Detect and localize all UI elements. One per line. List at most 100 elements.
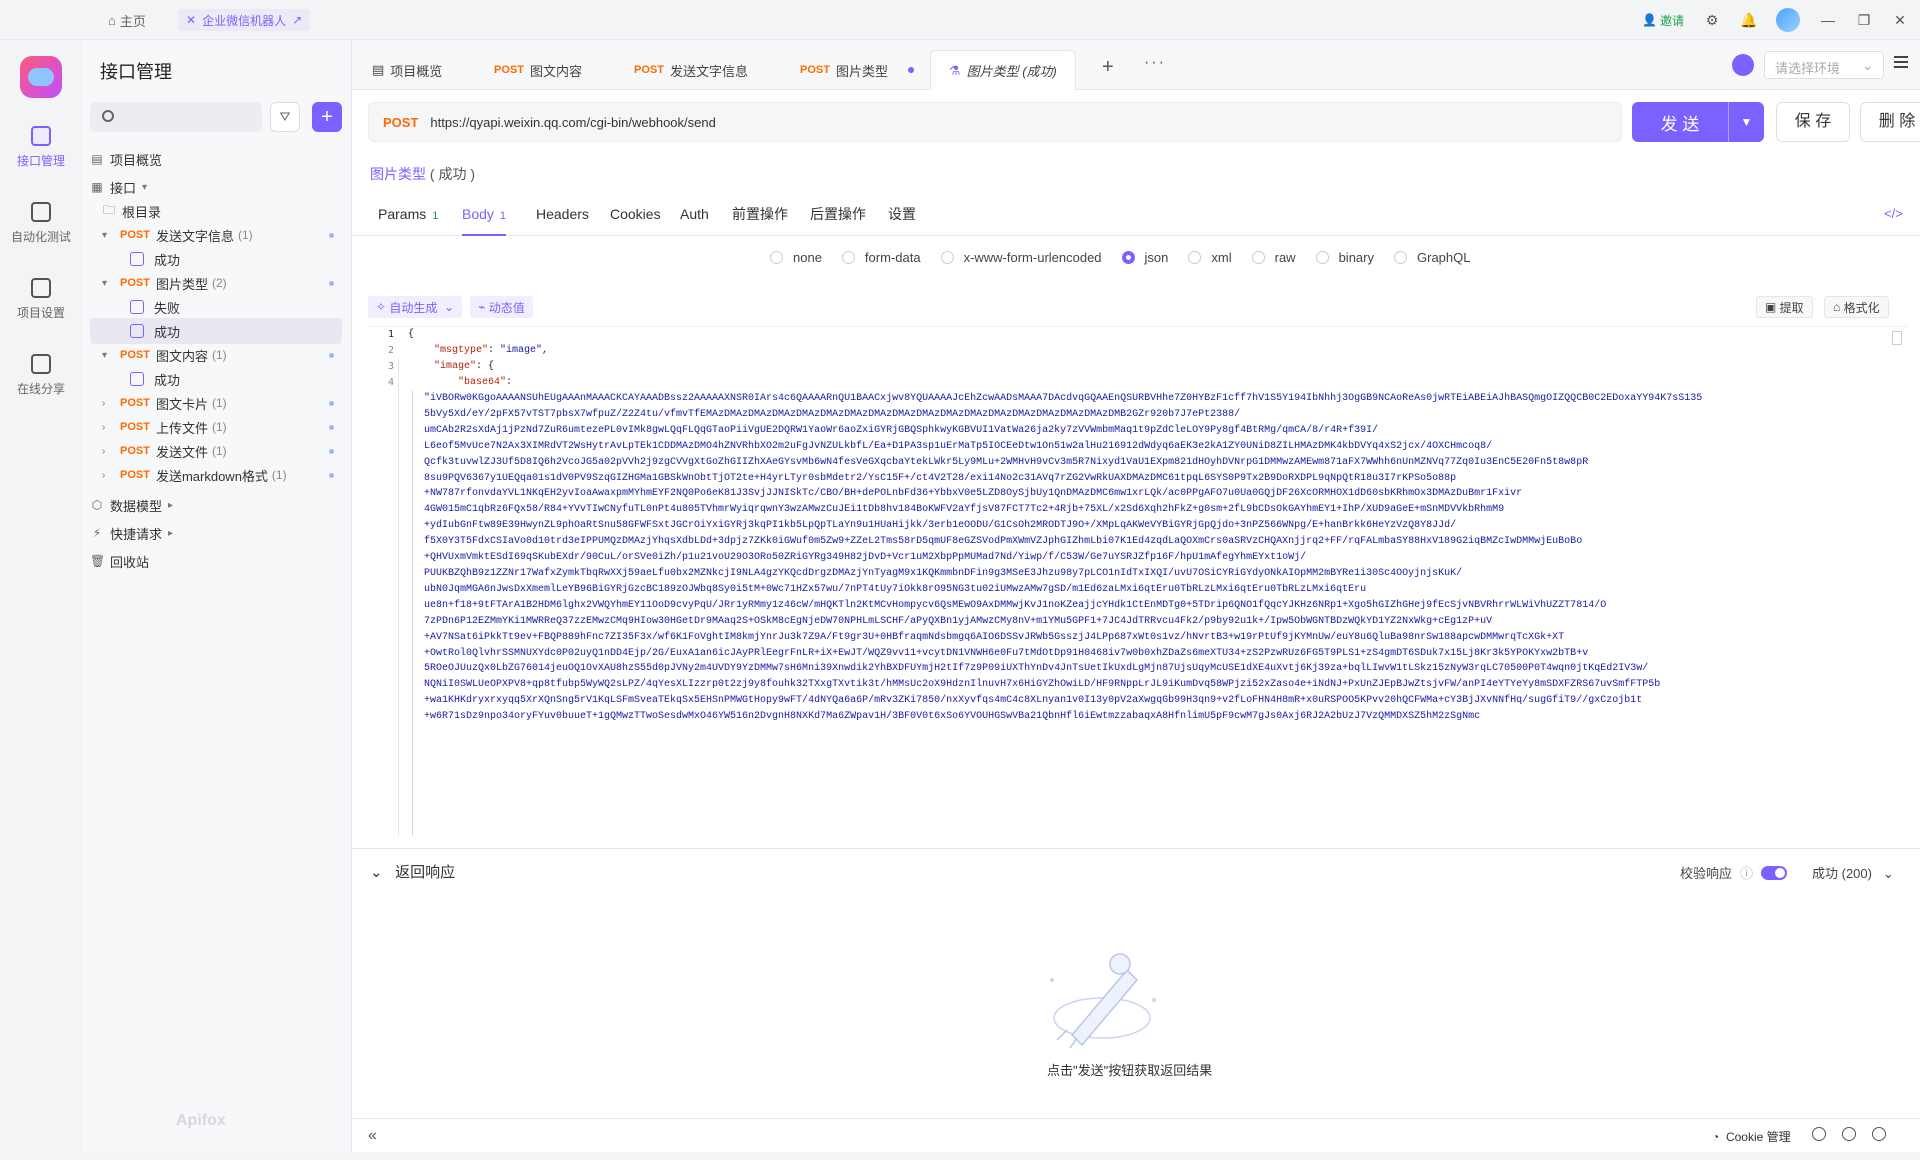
save-button[interactable]: 保 存 [1776,102,1850,142]
tab-case-active[interactable]: ⚗ 图片类型 (成功) [930,50,1076,90]
base64-line: 5ROeOJUuzQx0LbZG76014jeuOQ1OvXAU8hzS55d0… [424,663,1649,675]
tab-auth[interactable]: Auth [680,192,709,236]
tree-endpoint[interactable]: ▾ POST 发送文字信息 (1) [90,222,342,248]
tab-overview[interactable]: ▤ 项目概览 [354,50,460,90]
close-icon[interactable]: ✕ [186,13,196,27]
tree-label: 数据模型 [110,498,163,514]
rail-label: 在线分享 [16,382,65,396]
radio-raw[interactable]: raw [1251,250,1296,265]
tree-overview[interactable]: ▤ 项目概览 [90,146,342,172]
line-number: 3 [387,361,394,372]
tree-case[interactable]: 成功 [90,246,342,272]
upload-icon[interactable] [1812,1127,1826,1141]
empty-hint: 点击"发送"按钮获取返回结果 [1047,1063,1213,1078]
delete-button[interactable]: 删 除 [1860,102,1920,142]
tree-case[interactable]: 失败 [90,294,342,320]
tree-quick-request[interactable]: ⚡ 快捷请求 ▸ [90,520,342,546]
radio-urlencoded[interactable]: x-www-form-urlencoded [940,250,1102,265]
home-tab[interactable]: ⌂ 主页 [108,11,146,30]
tree-endpoint[interactable]: › POST 发送文件 (1) [90,438,342,464]
external-link-icon[interactable]: ↗ [292,13,302,27]
bell-icon[interactable]: 🔔 [1740,12,1757,28]
method-select[interactable]: POST [383,115,418,130]
tree-endpoint[interactable]: ▾ POST 图片类型 (2) [90,270,342,296]
auto-generate-button[interactable]: ✧ 自动生成 ⌄ [368,296,463,318]
response-status-select[interactable]: 成功 (200) ⌄ [1812,863,1894,882]
rail-item-automation[interactable]: 自动化测试 [0,202,82,245]
auto-generate-label: 自动生成 [389,300,438,315]
format-button[interactable]: ⌂ 格式化 [1824,296,1889,318]
base64-line: L6eof5MvUce7N2Ax3XIMRdVT2WsHytrAvLpTEk1C… [424,440,1493,452]
scrollbar[interactable] [1892,331,1902,345]
close-window-icon[interactable]: ✕ [1892,12,1908,28]
radio-none[interactable]: none [770,250,822,265]
filter-button[interactable]: ⛛ [270,102,300,132]
tab-endpoint[interactable]: POST 发送文字信息 [616,50,766,90]
tab-endpoint[interactable]: POST 图片类型 [782,50,932,90]
tree-root[interactable]: 🗀 根目录 [90,198,342,224]
json-editor[interactable]: 1 2 3 4 { "msgtype": "image", "image": {… [368,326,1908,836]
help-icon[interactable]: ⓘ [1740,863,1753,882]
radio-circle [1315,251,1329,264]
tree-api-group[interactable]: ▦ 接口 ▾ [90,174,342,200]
cookie-manager-button[interactable]: ◔ Cookie 管理 [1712,1128,1791,1145]
url-input[interactable]: https://qyapi.weixin.qq.com/cgi-bin/webh… [430,115,715,130]
case-count: (1) [211,420,227,434]
rail-item-settings[interactable]: 项目设置 [0,278,82,321]
tab-label: 图片类型 [835,63,888,79]
tree-data-model[interactable]: ⬡ 数据模型 ▸ [90,492,342,518]
send-button[interactable]: 发 送 ▼ [1632,102,1764,142]
help-icon[interactable] [1872,1127,1886,1141]
radio-form-data[interactable]: form-data [841,250,921,265]
response-toggle[interactable]: ⌄ 返回响应 [370,861,455,882]
code-icon[interactable]: </> [1884,206,1903,221]
radio-binary[interactable]: binary [1315,250,1374,265]
search-input[interactable] [90,102,262,132]
tree-case[interactable]: 成功 [90,366,342,392]
shirt-icon[interactable] [1842,1127,1856,1141]
rail-item-api-manage[interactable]: 接口管理 [0,126,82,169]
radio-graphql[interactable]: GraphQL [1394,250,1470,265]
gear-icon[interactable]: ⚙ [1704,12,1720,28]
tab-post-ops[interactable]: 后置操作 [810,192,866,236]
tab-body[interactable]: Body 1 [462,192,507,236]
validate-toggle[interactable] [1761,865,1788,880]
project-tab[interactable]: ✕ 企业微信机器人 ↗ [178,9,311,31]
rail-item-share[interactable]: 在线分享 [0,354,82,397]
code-line: "msgtype": "image", [434,345,549,356]
new-tab-button[interactable]: + [1102,56,1114,79]
extract-button[interactable]: ▣ 提取 [1756,296,1813,318]
case-name-link[interactable]: 图片类型 [370,166,426,182]
menu-icon[interactable] [1894,56,1908,68]
tree-endpoint[interactable]: ▾ POST 图文内容 (1) [90,342,342,368]
invite-button[interactable]: 👤 邀请 [1642,12,1684,29]
tree-recycle[interactable]: 🗑 回收站 [90,548,342,574]
radio-json[interactable]: json [1121,250,1168,265]
status-dot [329,280,334,286]
dynamic-value-button[interactable]: ⌁ 动态值 [470,296,533,318]
tab-endpoint[interactable]: POST 图文内容 [476,50,600,90]
tree-endpoint[interactable]: › POST 上传文件 (1) [90,414,342,440]
chevron-down-icon[interactable]: ▼ [1728,102,1764,142]
env-select[interactable]: 请选择环境 ⌄ [1764,51,1884,79]
tree-endpoint[interactable]: › POST 发送markdown格式 (1) [90,462,342,488]
footer-bar: « ◔ Cookie 管理 [352,1118,1920,1152]
env-icon[interactable] [1732,54,1754,76]
restore-icon[interactable]: ❐ [1856,12,1872,28]
tab-headers[interactable]: Headers [536,192,589,236]
add-button[interactable]: + [312,102,342,132]
tab-params[interactable]: Params 1 [378,192,438,236]
tab-settings[interactable]: 设置 [888,192,916,236]
more-icon[interactable]: ··· [1144,54,1166,72]
radio-xml[interactable]: xml [1188,250,1232,265]
url-bar[interactable]: POST https://qyapi.weixin.qq.com/cgi-bin… [368,102,1622,142]
collapse-sidebar-icon[interactable]: « [368,1127,377,1145]
tree-case-selected[interactable]: 成功 [90,318,342,344]
avatar[interactable] [1776,8,1800,32]
chevron-down-icon[interactable]: ⌄ [437,300,454,314]
minimize-icon[interactable]: — [1820,12,1836,28]
tab-pre-ops[interactable]: 前置操作 [732,192,788,236]
tab-cookies[interactable]: Cookies [610,192,661,236]
tree-endpoint[interactable]: › POST 图文卡片 (1) [90,390,342,416]
endpoint-name: 发送markdown格式 [155,468,268,484]
